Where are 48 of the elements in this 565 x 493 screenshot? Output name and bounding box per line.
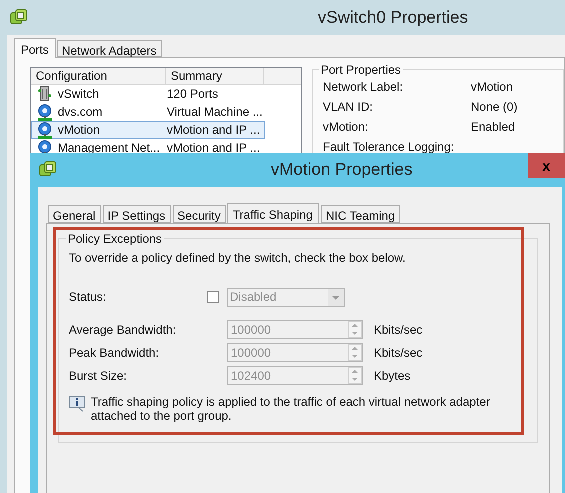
configuration-text: Management Net... [58,140,162,157]
info-text: Traffic shaping policy is applied to the traffic of each virtual network adapter attached to the port group. [91,395,492,423]
close-button[interactable]: x [528,153,565,178]
configuration-text: vSwitch [58,86,100,103]
tab[interactable]: Ports [14,38,56,58]
property-value: vMotion [471,79,514,96]
unit-label: Kbits/sec [374,344,423,362]
tab[interactable]: IP Settings [102,205,171,223]
tab[interactable]: Security [172,205,226,223]
column-header[interactable]: Configuration [31,68,166,84]
tab[interactable]: General [48,205,101,223]
spinner-arrows-icon [348,321,362,338]
property-value: None (0) [471,99,518,116]
field-label: Burst Size: [69,368,128,384]
list-row[interactable]: dvs.com Virtual Machine ... [31,103,265,121]
tab[interactable]: NIC Teaming [320,205,400,223]
summary-text: vMotion and IP ... [167,140,260,157]
window-title: vSwitch0 Properties [318,6,468,29]
dialog-title: vMotion Properties [271,159,413,182]
logo-icon [10,8,28,26]
globe-port-icon [37,122,53,138]
property-label: Fault Tolerance Logging: [323,139,456,156]
logo-icon [39,161,57,179]
tab[interactable]: Traffic Shaping [226,203,319,224]
field-label: Peak Bandwidth: [69,344,160,362]
property-label: VLAN ID: [323,99,374,116]
instruction-text: To override a policy defined by the switch, check the box below. [69,250,407,267]
column-header[interactable]: Summary [166,68,264,84]
spinner-arrows-icon [348,344,362,361]
list-row[interactable]: vSwitch 120 Ports [31,85,265,103]
property-value: Enabled [471,119,516,136]
summary-text: vMotion and IP ... [167,122,260,139]
field-label: Average Bandwidth: [69,322,178,338]
summary-text: 120 Ports [167,86,218,103]
field-label: Status: [69,289,108,306]
list-row[interactable]: vMotion vMotion and IP ... [31,121,265,139]
summary-text: Virtual Machine ... [167,104,263,121]
property-label: vMotion: [323,119,370,136]
configuration-text: dvs.com [58,104,104,121]
spinner-arrows-icon [348,367,362,384]
globe-port-icon [37,104,53,120]
unit-label: Kbytes [374,368,411,384]
configuration-text: vMotion [58,122,102,139]
property-label: Network Label: [323,79,404,96]
switch-icon [37,86,53,102]
unit-label: Kbits/sec [374,322,423,338]
tab[interactable]: Network Adapters [57,40,162,57]
info-icon [69,396,86,412]
